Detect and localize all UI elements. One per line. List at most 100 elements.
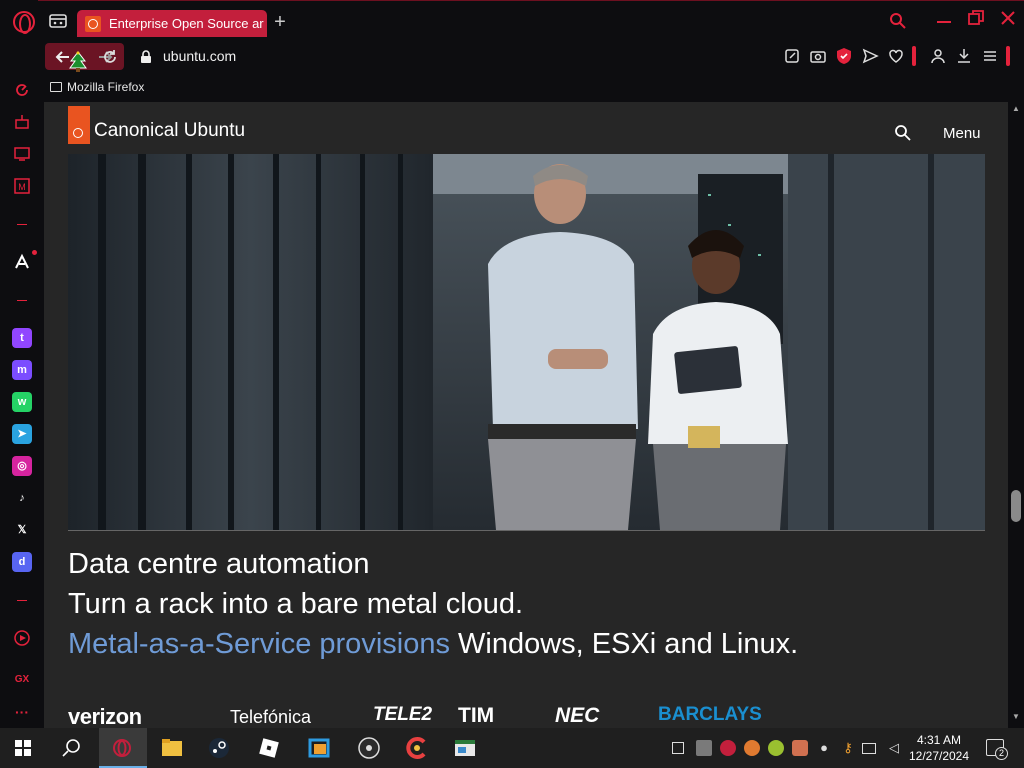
telegram-icon[interactable]: ➤ [12,424,32,444]
logo-tele2: TELE2 [373,704,433,725]
brand-name[interactable]: Canonical Ubuntu [94,120,245,142]
screen: Enterprise Open Source ar + ubuntu.com M… [0,0,1024,768]
twitch-sidebar-icon[interactable] [12,144,32,164]
bookmark-label: Mozilla Firefox [67,80,145,94]
whatsapp-icon[interactable]: w [12,392,32,412]
scroll-up-icon[interactable]: ▲ [1008,102,1024,116]
headline-secondary: Turn a rack into a bare metal cloud. [68,588,524,620]
windows-taskbar: ● ⚷ ◁ 4:31 AM 12/27/2024 2 [0,728,1024,768]
tab-switcher-icon[interactable] [48,13,68,29]
hero-image [68,154,985,530]
notification-count-badge: 2 [995,747,1008,760]
adblock-shield-icon[interactable] [834,46,854,66]
ubuntu-logo-icon[interactable] [68,106,90,144]
svg-text:M: M [18,182,26,192]
tab-strip-accent-line [38,0,1024,1]
share-icon[interactable] [782,46,802,66]
instagram-icon[interactable]: ◎ [12,456,32,476]
tab-strip: Enterprise Open Source ar + [0,0,1024,40]
music-player-icon[interactable]: M [12,176,32,196]
address-bar-row: ubuntu.com [0,40,1024,74]
scroll-thumb[interactable] [1011,490,1021,522]
opera-gx-logo-icon[interactable] [13,11,35,34]
tray-key-icon[interactable]: ⚷ [840,740,856,756]
gx-corner-icon[interactable]: GX [12,670,32,690]
toolbar-edge-bar [1006,46,1010,66]
download-icon[interactable] [954,46,974,66]
volume-muted-icon[interactable]: ◁ [886,740,902,756]
url-field[interactable]: ubuntu.com [163,48,236,64]
tray-orange-icon[interactable] [744,740,760,756]
bookmarks-bar: Mozilla Firefox [44,74,1024,102]
christmas-tree-cursor-icon [69,51,87,72]
ccleaner-icon[interactable] [394,728,440,768]
heart-icon[interactable] [886,46,906,66]
discord-icon[interactable]: d [12,552,32,572]
active-tab[interactable]: Enterprise Open Source ar [77,10,267,37]
twitch-icon[interactable]: t [12,328,32,348]
messenger-icon[interactable]: m [12,360,32,380]
send-icon[interactable] [860,46,880,66]
reload-icon[interactable] [100,47,120,67]
folder-icon [50,82,62,92]
gx-control-icon[interactable] [12,80,32,100]
aria-ai-icon[interactable] [12,252,32,272]
tray-drop-icon[interactable]: ● [816,740,832,756]
bookmark-folder[interactable]: Mozilla Firefox [50,80,144,94]
hero-divider [68,530,985,531]
ubuntu-favicon-icon [85,15,101,32]
logo-nec: NEC [555,704,600,727]
headline-tertiary-rest: Windows, ESXi and Linux. [449,628,799,660]
roblox-icon[interactable] [246,728,292,768]
logo-telefonica: Telefónica [230,707,312,727]
system-clock[interactable]: 4:31 AM 12/27/2024 [906,732,972,764]
toolbar-separator [912,46,916,66]
scroll-down-icon[interactable]: ▼ [1008,710,1024,724]
site-header: Canonical Ubuntu Menu [44,102,1008,154]
tiktok-icon[interactable]: ♪ [12,488,32,508]
easy-setup-icon[interactable] [980,46,1000,66]
new-tab-icon[interactable]: + [270,12,290,32]
tray-apps-icon[interactable] [792,740,808,756]
taskbar-search-icon[interactable] [48,728,94,768]
headline-primary: Data centre automation [68,548,370,580]
logo-barclays: BARCLAYS [658,704,762,725]
windows-start-icon[interactable] [0,728,46,768]
app-window-icon[interactable] [442,728,488,768]
account-icon[interactable] [928,46,948,66]
app-square-icon[interactable] [296,728,342,768]
snapshot-camera-icon[interactable] [808,46,828,66]
obs-icon[interactable] [346,728,392,768]
headline-tertiary: Metal-as-a-Service provisions Windows, E… [68,628,798,661]
search-icon[interactable] [894,124,912,142]
tab-title: Enterprise Open Source ar [109,16,264,31]
x-twitter-icon[interactable]: 𝕏 [12,520,32,540]
sidebar: M t m w ➤ ◎ ♪ 𝕏 d GX ··· [0,74,44,728]
network-icon[interactable] [862,743,876,754]
close-window-icon[interactable] [998,8,1018,28]
lock-icon[interactable] [140,50,152,64]
sidebar-more-icon[interactable]: ··· [12,702,32,722]
sidebar-separator [17,600,27,601]
menu-button[interactable]: Menu [943,125,981,142]
minimize-icon[interactable] [934,8,954,28]
page-scrollbar[interactable]: ▲ ▼ [1008,102,1024,728]
tray-app-icon[interactable] [696,740,712,756]
opera-gx-taskbar-icon [113,739,131,757]
steam-icon[interactable] [196,728,242,768]
taskbar-opera-gx[interactable] [99,728,147,768]
logo-tim: TIM [458,704,495,727]
web-page: Canonical Ubuntu Menu Data centre automa… [44,102,1008,728]
maas-link[interactable]: Metal-as-a-Service provisions [68,628,450,660]
clock-date: 12/27/2024 [908,749,970,763]
sidebar-separator [17,224,27,225]
restore-icon[interactable] [966,8,986,28]
tray-opera-icon[interactable] [720,740,736,756]
logo-verizon: verizon [68,704,142,728]
gx-cleaner-icon[interactable] [12,112,32,132]
player-icon[interactable] [12,628,32,648]
search-tabs-icon[interactable] [888,11,908,31]
tray-green-icon[interactable] [768,740,784,756]
file-explorer-icon[interactable] [149,728,195,768]
task-view-icon[interactable] [672,742,684,754]
